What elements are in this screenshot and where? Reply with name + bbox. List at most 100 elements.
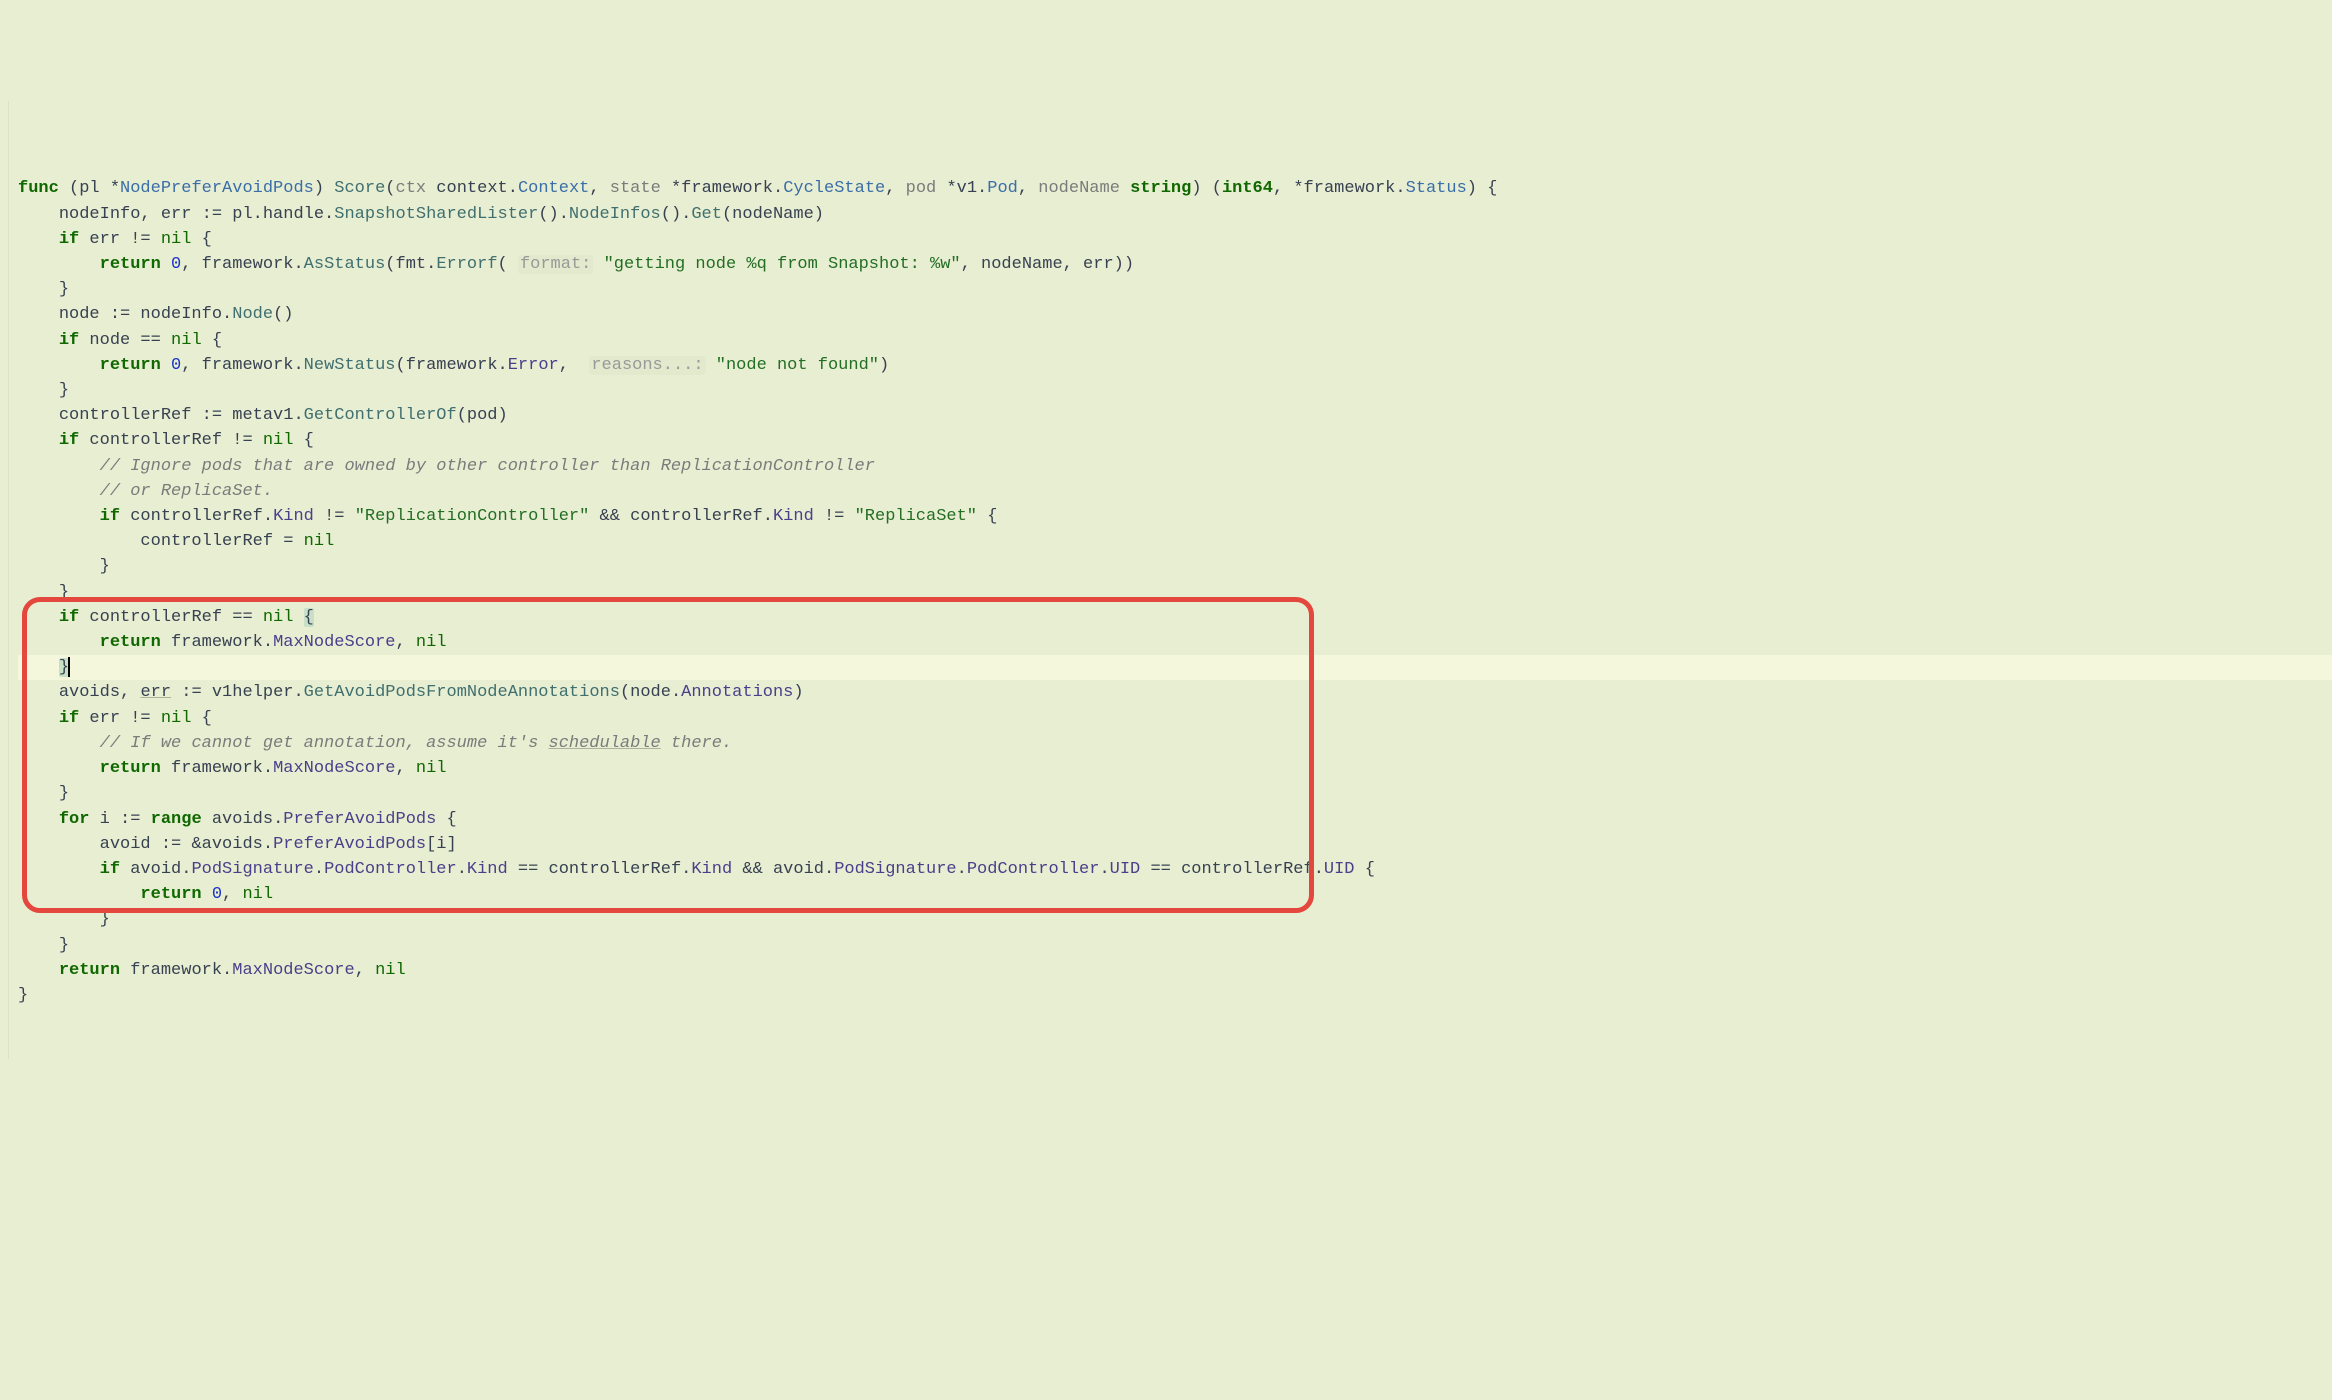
code-line[interactable]: // Ignore pods that are owned by other c… xyxy=(18,454,2332,479)
code-line[interactable]: if err != nil { xyxy=(18,227,2332,252)
token: Kind xyxy=(467,860,508,879)
token: controllerRef := metav1. xyxy=(59,406,304,425)
token: PreferAvoidPods xyxy=(273,835,426,854)
token: } xyxy=(59,381,69,400)
token: err != xyxy=(89,709,160,728)
code-line[interactable]: // If we cannot get annotation, assume i… xyxy=(18,731,2332,756)
token: (pl * xyxy=(69,179,120,198)
token: "ReplicationController" xyxy=(355,507,590,526)
token: controllerRef == xyxy=(89,608,262,627)
token: (nodeName) xyxy=(722,205,824,224)
code-line[interactable]: return framework.MaxNodeScore, nil xyxy=(18,630,2332,655)
token: GetControllerOf xyxy=(304,406,457,425)
token: . xyxy=(457,860,467,879)
token: avoids. xyxy=(212,810,283,829)
code-line[interactable]: } xyxy=(18,983,2332,1008)
token: return xyxy=(100,759,171,778)
code-line[interactable]: return framework.MaxNodeScore, nil xyxy=(18,756,2332,781)
token: controllerRef = xyxy=(140,532,303,551)
code-line[interactable]: if controllerRef != nil { xyxy=(18,428,2332,453)
token: "node not found" xyxy=(716,356,879,375)
token: node := nodeInfo. xyxy=(59,305,232,324)
code-line[interactable]: if node == nil { xyxy=(18,328,2332,353)
code-line[interactable]: func (pl *NodePreferAvoidPods) Score(ctx… xyxy=(18,176,2332,201)
code-line[interactable]: if controllerRef == nil { xyxy=(18,605,2332,630)
code-line[interactable]: } xyxy=(18,378,2332,403)
token: PreferAvoidPods xyxy=(283,810,436,829)
token: reasons...: xyxy=(589,356,705,375)
token: } xyxy=(59,784,69,803)
token: err != xyxy=(89,230,160,249)
gutter-border xyxy=(8,101,9,1059)
code-line[interactable]: } xyxy=(18,580,2332,605)
token: Node xyxy=(232,305,273,324)
token: { xyxy=(436,810,456,829)
code-editor[interactable]: func (pl *NodePreferAvoidPods) Score(ctx… xyxy=(0,101,2332,1059)
token: PodController xyxy=(967,860,1100,879)
token: if xyxy=(100,507,131,526)
code-line[interactable]: return framework.MaxNodeScore, nil xyxy=(18,958,2332,983)
code-line[interactable]: return 0, nil xyxy=(18,882,2332,907)
token: . xyxy=(957,860,967,879)
code-line[interactable]: } xyxy=(18,933,2332,958)
token: there. xyxy=(661,734,732,753)
token: NewStatus xyxy=(304,356,396,375)
token: nil xyxy=(161,230,202,249)
token: } xyxy=(18,986,28,1005)
token: if xyxy=(59,431,90,450)
token: && controllerRef. xyxy=(589,507,773,526)
token: Status xyxy=(1406,179,1467,198)
token: UID xyxy=(1110,860,1141,879)
code-line[interactable]: } xyxy=(18,277,2332,302)
token: { xyxy=(977,507,997,526)
token: } xyxy=(59,280,69,299)
token: Kind xyxy=(273,507,314,526)
code-line[interactable]: } xyxy=(18,781,2332,806)
code-line[interactable]: return 0, framework.AsStatus(fmt.Errorf(… xyxy=(18,252,2332,277)
token: . xyxy=(1099,860,1109,879)
token: if xyxy=(59,230,90,249)
code-line[interactable]: controllerRef = nil xyxy=(18,529,2332,554)
token: i := xyxy=(100,810,151,829)
token: range xyxy=(151,810,212,829)
token: PodSignature xyxy=(191,860,313,879)
token: ( xyxy=(498,255,518,274)
token: () xyxy=(273,305,293,324)
token: nil xyxy=(304,532,335,551)
token: 0 xyxy=(171,255,181,274)
token: nodeName xyxy=(1038,179,1120,198)
code-line[interactable]: node := nodeInfo.Node() xyxy=(18,302,2332,327)
token: NodePreferAvoidPods xyxy=(120,179,314,198)
code-area[interactable]: func (pl *NodePreferAvoidPods) Score(ctx… xyxy=(18,176,2332,1008)
code-line[interactable]: } xyxy=(18,655,2332,680)
code-line[interactable]: controllerRef := metav1.GetControllerOf(… xyxy=(18,403,2332,428)
token: nil xyxy=(161,709,202,728)
token: if xyxy=(100,860,131,879)
token: err xyxy=(140,683,171,702)
code-line[interactable]: for i := range avoids.PreferAvoidPods { xyxy=(18,807,2332,832)
code-line[interactable]: if avoid.PodSignature.PodController.Kind… xyxy=(18,857,2332,882)
code-line[interactable]: nodeInfo, err := pl.handle.SnapshotShare… xyxy=(18,202,2332,227)
code-line[interactable]: return 0, framework.NewStatus(framework.… xyxy=(18,353,2332,378)
code-line[interactable]: } xyxy=(18,907,2332,932)
code-line[interactable]: } xyxy=(18,554,2332,579)
code-line[interactable]: if err != nil { xyxy=(18,706,2332,731)
token: , *framework. xyxy=(1273,179,1406,198)
token: 0 xyxy=(212,885,222,904)
token: ) { xyxy=(1467,179,1498,198)
token: (). xyxy=(661,205,692,224)
token: // Ignore pods that are owned by other c… xyxy=(100,457,875,476)
token: SnapshotSharedLister xyxy=(334,205,538,224)
token: } xyxy=(59,936,69,955)
token: nil xyxy=(263,608,304,627)
code-line[interactable]: if controllerRef.Kind != "ReplicationCon… xyxy=(18,504,2332,529)
code-line[interactable]: avoid := &avoids.PreferAvoidPods[i] xyxy=(18,832,2332,857)
token: framework. xyxy=(130,961,232,980)
token: (). xyxy=(538,205,569,224)
token: string xyxy=(1130,179,1191,198)
code-line[interactable]: avoids, err := v1helper.GetAvoidPodsFrom… xyxy=(18,680,2332,705)
token: , framework. xyxy=(181,356,303,375)
token: , xyxy=(355,961,375,980)
token: == controllerRef. xyxy=(1140,860,1324,879)
code-line[interactable]: // or ReplicaSet. xyxy=(18,479,2332,504)
